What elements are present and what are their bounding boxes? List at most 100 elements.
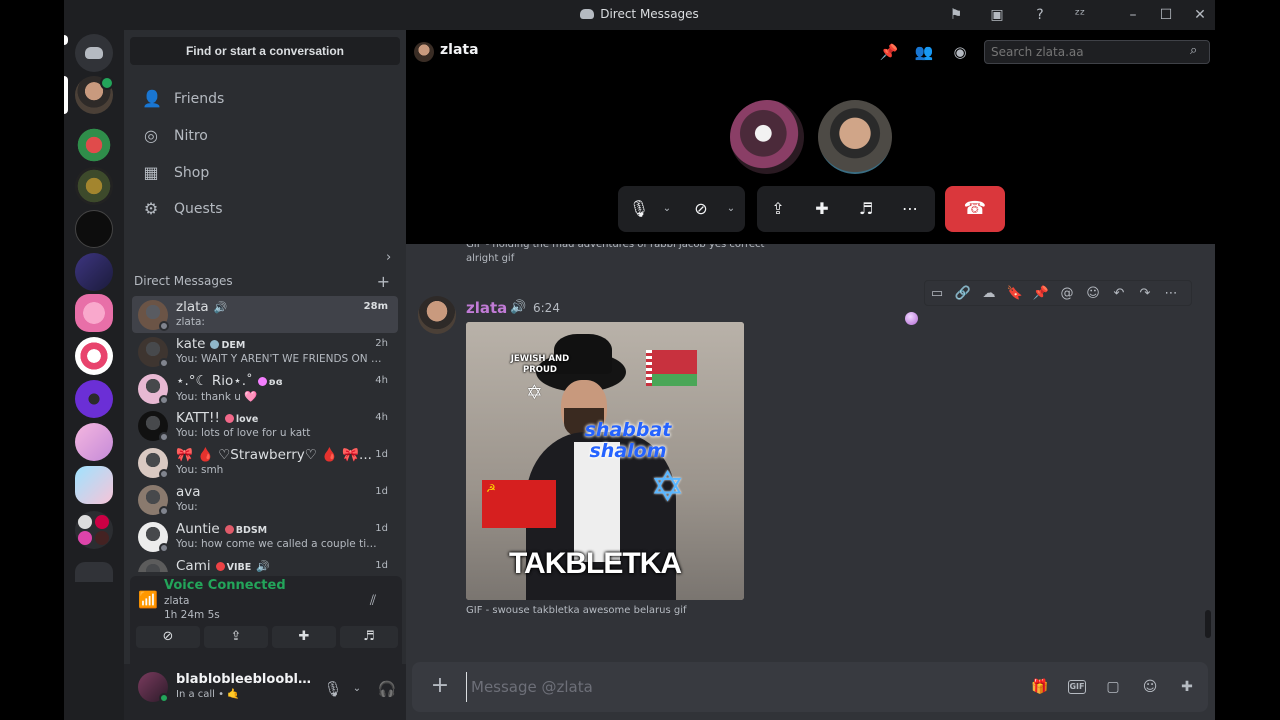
add-reaction-icon[interactable]: ☺	[1083, 284, 1103, 304]
call-participant-dog[interactable]	[730, 100, 804, 174]
server-icon-9[interactable]	[75, 466, 113, 504]
server-icon-3[interactable]	[75, 210, 113, 248]
gif-attachment[interactable]: ☭ JEWISH AND PROUD ✡ shabbat shalom ✡ TA…	[466, 322, 744, 600]
activities-button[interactable]: ✚	[272, 626, 336, 648]
status-dot	[159, 506, 169, 516]
apps-icon[interactable]: ✚	[1176, 676, 1198, 698]
chevron-down-icon[interactable]: ⌄	[346, 678, 368, 700]
hangup-button[interactable]: ☎	[945, 186, 1005, 232]
flag-icon[interactable]: ⚑	[947, 6, 965, 24]
copy-id-icon[interactable]: ▭	[927, 284, 947, 304]
microphone-icon[interactable]: 🎙	[322, 678, 344, 700]
bookmark-icon[interactable]: 🔖	[1005, 284, 1025, 304]
dm-list-item[interactable]: zlata 🔊 zlata: 28m	[132, 296, 398, 333]
server-icon-2[interactable]	[75, 167, 113, 205]
search-input[interactable]	[984, 40, 1210, 64]
more-options-icon[interactable]: ⋯	[897, 197, 923, 221]
pin-icon[interactable]: 📌	[1031, 284, 1051, 304]
dm-list-item[interactable]: Cami VIBE 🔊 1d	[132, 555, 398, 572]
nav-quests[interactable]: ⚙ Quests	[132, 192, 398, 226]
dm-list-item[interactable]: ⋆.°☾ Rio⋆.˚ ʚɞ You: thank u 🩷 4h	[132, 370, 398, 407]
message-author-avatar[interactable]	[418, 296, 456, 334]
dm-time: 2h	[375, 338, 388, 349]
dm-list-item[interactable]: Auntie BDSM You: how come we called a coup…	[132, 518, 398, 555]
activities-icon[interactable]: ✚	[809, 197, 835, 221]
copy-link-icon[interactable]: 🔗	[953, 284, 973, 304]
server-icon-8[interactable]	[75, 423, 113, 461]
header-avatar	[414, 42, 434, 62]
dm-name-text: KATT!!	[176, 410, 220, 426]
speaker-icon: 🔊	[256, 560, 270, 572]
share-screen-icon[interactable]: ⇪	[765, 197, 791, 221]
camera-off-button[interactable]: ⊘	[136, 626, 200, 648]
user-profile-icon[interactable]: ◉	[950, 42, 970, 62]
maximize-icon[interactable]: ☐	[1157, 6, 1175, 24]
dm-list-item[interactable]: KATT!! love You: lots of love for u katt 4h	[132, 407, 398, 444]
dm-list-item[interactable]: ava You: 1d	[132, 481, 398, 518]
nav-friends[interactable]: 👤 Friends	[132, 82, 398, 116]
soundboard-icon[interactable]: ♬	[853, 197, 879, 221]
minimize-icon[interactable]: –	[1124, 6, 1142, 24]
server-icon-7[interactable]	[75, 380, 113, 418]
server-icon-socialize[interactable]	[75, 253, 113, 291]
status-dot	[159, 321, 169, 331]
mention-icon[interactable]: @	[1057, 284, 1077, 304]
nav-shop[interactable]: ▦ Shop	[132, 156, 398, 190]
message-input[interactable]	[466, 672, 1006, 702]
call-participant-zlata[interactable]	[818, 100, 892, 174]
find-conversation-button[interactable]: Find or start a conversation	[130, 37, 400, 65]
help-icon[interactable]: ?	[1031, 6, 1049, 24]
forward-icon[interactable]: ↷	[1135, 284, 1155, 304]
signal-icon[interactable]: 📶	[138, 590, 160, 610]
server-icon-1[interactable]	[75, 126, 113, 164]
voice-status[interactable]: Voice Connected	[164, 578, 286, 593]
headphones-icon[interactable]: 🎧	[376, 678, 398, 700]
voice-connected-panel: 📶 Voice Connected zlata 1h 24m 5s ⫽ ⊘ ⇪ …	[130, 576, 402, 674]
pin-icon[interactable]: 📌	[879, 42, 899, 62]
chevron-down-icon[interactable]: ⌄	[660, 197, 674, 221]
chevron-down-icon[interactable]: ⌄	[724, 197, 738, 221]
channel-name[interactable]: zlata	[440, 42, 479, 58]
upload-plus-icon[interactable]: +	[428, 674, 452, 698]
friends-icon: 👤	[142, 89, 162, 108]
voice-speaker-badge	[100, 76, 114, 90]
server-icon-5[interactable]	[75, 294, 113, 332]
more-icon[interactable]: ⋯	[1161, 284, 1181, 304]
gif-picker-icon[interactable]: GIF	[1068, 680, 1086, 694]
server-icon-6[interactable]	[75, 337, 113, 375]
gift-icon[interactable]: 🎁	[1029, 676, 1051, 698]
reply-icon[interactable]: ↶	[1109, 284, 1129, 304]
dm-name-text: 🎀 🩸 ♡Strawberry♡ 🩸 🎀...	[176, 447, 372, 463]
search-icon: ⌕	[1190, 43, 1198, 58]
inbox-icon[interactable]: ▣	[988, 6, 1006, 24]
message-scrollbar[interactable]	[1205, 610, 1211, 638]
microphone-icon[interactable]: 🎙	[626, 197, 652, 221]
share-screen-button[interactable]: ⇪	[204, 626, 268, 648]
server-icon-partial[interactable]	[75, 562, 113, 582]
dm-time: 1d	[375, 523, 388, 534]
message-author-name[interactable]: zlata	[466, 299, 507, 317]
updates-icon[interactable]: ᶻᶻ	[1071, 6, 1089, 24]
nav-label: Shop	[174, 165, 210, 181]
dm-list-item[interactable]: 🎀 🩸 ♡Strawberry♡ 🩸 🎀... You: smh 1d	[132, 444, 398, 481]
home-button[interactable]	[75, 34, 113, 72]
soundboard-button[interactable]: ♬	[340, 626, 398, 648]
dm-list-item[interactable]: kate DEM You: WAIT Y AREN'T WE FRIENDS ON …	[132, 333, 398, 370]
nav-nitro[interactable]: ◎ Nitro	[132, 119, 398, 153]
camera-off-icon[interactable]: ⊘	[688, 197, 714, 221]
add-friends-to-dm-icon[interactable]: 👥	[914, 42, 934, 62]
chevron-right-icon[interactable]: ›	[386, 250, 391, 265]
close-icon[interactable]: ✕	[1191, 6, 1209, 24]
sticker-icon[interactable]: ▢	[1102, 676, 1124, 698]
server-folder[interactable]	[75, 511, 113, 549]
create-dm-icon[interactable]: +	[377, 272, 390, 291]
composer-area: + 🎁 GIF ▢ ☺ ✚	[406, 640, 1215, 720]
noise-suppression-icon[interactable]: ⫽	[362, 590, 384, 612]
status-dot	[159, 543, 169, 553]
dm-time: 28m	[363, 301, 388, 312]
emoji-icon[interactable]: ☺	[1139, 676, 1161, 698]
dm-header-label: Direct Messages	[134, 274, 233, 288]
thread-icon[interactable]: ☁	[979, 284, 999, 304]
user-name[interactable]: blablobleebloobleh...	[176, 672, 316, 687]
status-dot	[159, 432, 169, 442]
